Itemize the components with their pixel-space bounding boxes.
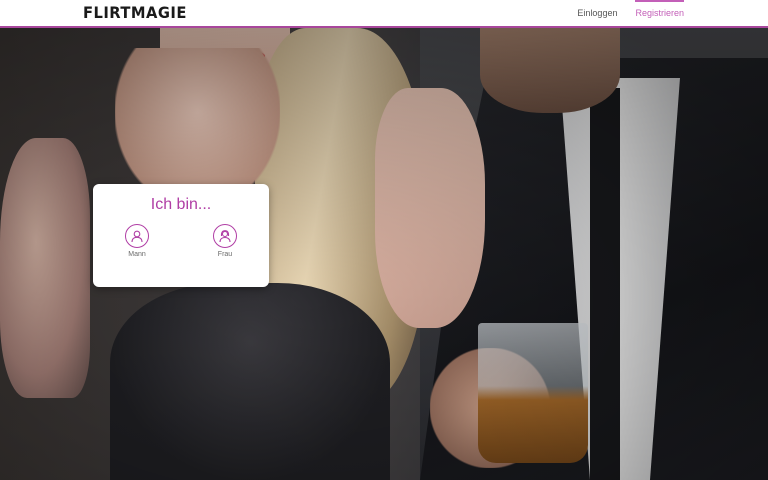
login-link[interactable]: Einloggen (577, 2, 617, 24)
register-link[interactable]: Registrieren (635, 0, 684, 24)
male-avatar-icon (125, 224, 149, 248)
female-avatar-icon (213, 224, 237, 248)
top-header: FLIRTMAGIE Einloggen Registrieren (0, 0, 768, 28)
gender-option-label: Mann (128, 251, 146, 258)
gender-option-female[interactable]: Frau (205, 224, 245, 258)
logo[interactable]: FLIRTMAGIE (83, 3, 187, 22)
gender-option-male[interactable]: Mann (117, 224, 157, 258)
top-nav: Einloggen Registrieren (577, 0, 684, 26)
gender-option-label: Frau (217, 251, 233, 258)
card-title: Ich bin... (150, 196, 212, 213)
gender-select-card: Ich bin... Mann Frau (93, 184, 269, 287)
